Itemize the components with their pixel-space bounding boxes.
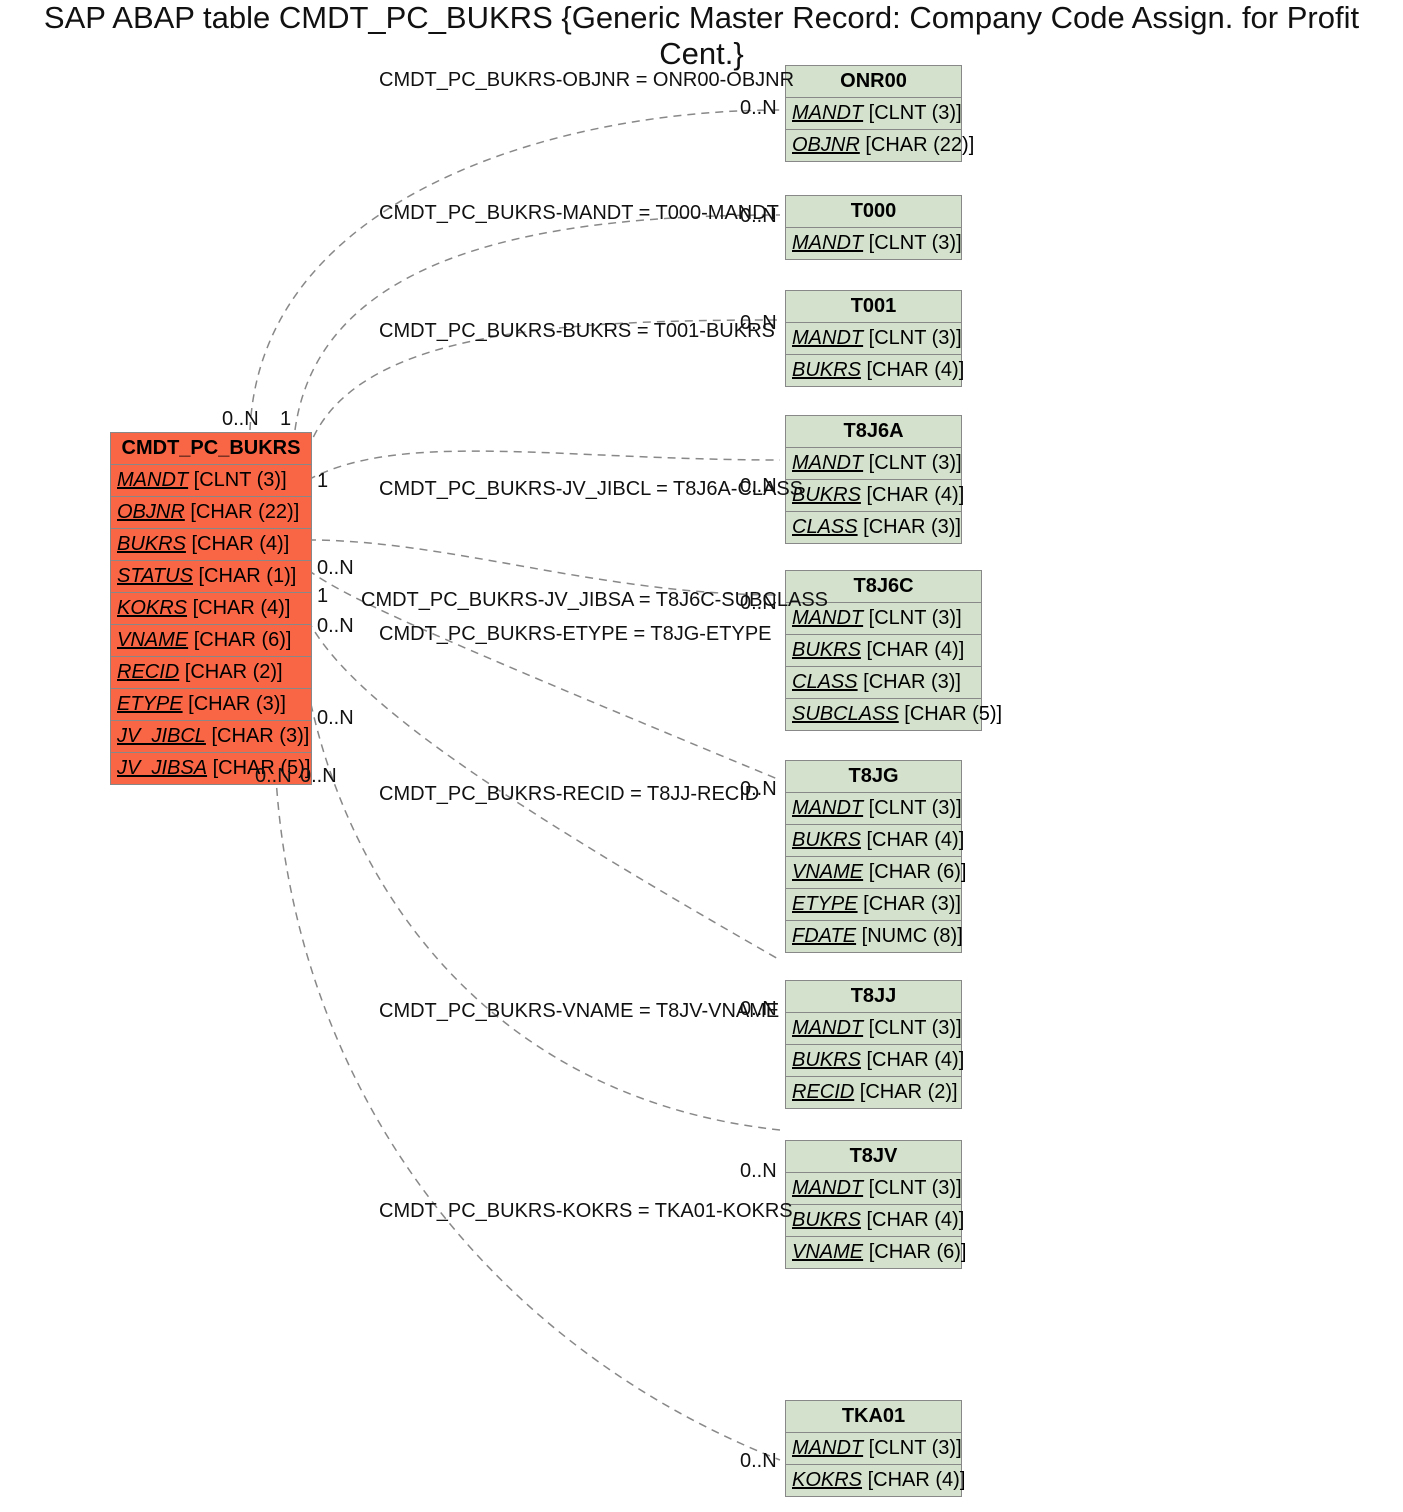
table-header: ONR00 <box>786 66 961 98</box>
association-label: CMDT_PC_BUKRS-RECID = T8JJ-RECID <box>379 783 759 806</box>
field-row: BUKRS [CHAR (4)] <box>111 529 311 561</box>
association-label: CMDT_PC_BUKRS-ETYPE = T8JG-ETYPE <box>379 623 772 646</box>
field-row: MANDT [CLNT (3)] <box>786 228 961 259</box>
field-row: BUKRS [CHAR (4)] <box>786 1205 961 1237</box>
field-row: BUKRS [CHAR (4)] <box>786 635 981 667</box>
field-row: MANDT [CLNT (3)] <box>111 465 311 497</box>
field-row: MANDT [CLNT (3)] <box>786 1013 961 1045</box>
field-row: MANDT [CLNT (3)] <box>786 793 961 825</box>
field-row: FDATE [NUMC (8)] <box>786 921 961 952</box>
field-row: BUKRS [CHAR (4)] <box>786 1045 961 1077</box>
table-header: CMDT_PC_BUKRS <box>111 433 311 465</box>
cardinality: 0..N <box>740 778 777 801</box>
cardinality: 1 <box>280 408 291 431</box>
table-cmdt-pc-bukrs: CMDT_PC_BUKRS MANDT [CLNT (3)] OBJNR [CH… <box>110 432 312 785</box>
field-row: JV_JIBCL [CHAR (3)] <box>111 721 311 753</box>
cardinality: 0..N <box>740 1160 777 1183</box>
field-row: MANDT [CLNT (3)] <box>786 98 961 130</box>
table-t8jv: T8JV MANDT [CLNT (3)] BUKRS [CHAR (4)] V… <box>785 1140 962 1269</box>
table-t8jj: T8JJ MANDT [CLNT (3)] BUKRS [CHAR (4)] R… <box>785 980 962 1109</box>
field-row: RECID [CHAR (2)] <box>786 1077 961 1108</box>
field-row: OBJNR [CHAR (22)] <box>786 130 961 161</box>
field-row: OBJNR [CHAR (22)] <box>111 497 311 529</box>
er-diagram: SAP ABAP table CMDT_PC_BUKRS {Generic Ma… <box>0 0 1403 1512</box>
table-header: TKA01 <box>786 1401 961 1433</box>
association-label: CMDT_PC_BUKRS-OBJNR = ONR00-OBJNR <box>379 69 794 92</box>
field-row: ETYPE [CHAR (3)] <box>111 689 311 721</box>
table-t8j6a: T8J6A MANDT [CLNT (3)] BUKRS [CHAR (4)] … <box>785 415 962 544</box>
table-header: T8J6A <box>786 416 961 448</box>
association-label: CMDT_PC_BUKRS-KOKRS = TKA01-KOKRS <box>379 1200 793 1223</box>
cardinality: 0..N <box>740 1450 777 1473</box>
cardinality: 0..N <box>255 765 292 788</box>
field-row: SUBCLASS [CHAR (5)] <box>786 699 981 730</box>
cardinality: 0..N <box>222 408 259 431</box>
cardinality: 0..N <box>740 998 777 1021</box>
cardinality: 0..N <box>740 475 777 498</box>
field-row: STATUS [CHAR (1)] <box>111 561 311 593</box>
cardinality: 0..N <box>740 97 777 120</box>
table-header: T8JV <box>786 1141 961 1173</box>
field-row: BUKRS [CHAR (4)] <box>786 825 961 857</box>
field-row: BUKRS [CHAR (4)] <box>786 480 961 512</box>
field-row: BUKRS [CHAR (4)] <box>786 355 961 386</box>
field-row: ETYPE [CHAR (3)] <box>786 889 961 921</box>
field-row: VNAME [CHAR (6)] <box>786 857 961 889</box>
field-row: MANDT [CLNT (3)] <box>786 323 961 355</box>
field-row: CLASS [CHAR (3)] <box>786 667 981 699</box>
field-row: MANDT [CLNT (3)] <box>786 448 961 480</box>
table-header: T000 <box>786 196 961 228</box>
cardinality: 0..N <box>317 557 354 580</box>
table-t000: T000 MANDT [CLNT (3)] <box>785 195 962 260</box>
cardinality: 0..N <box>740 592 777 615</box>
field-row: VNAME [CHAR (6)] <box>786 1237 961 1268</box>
table-t8jg: T8JG MANDT [CLNT (3)] BUKRS [CHAR (4)] V… <box>785 760 962 953</box>
field-row: MANDT [CLNT (3)] <box>786 1173 961 1205</box>
cardinality: 0..N <box>740 312 777 335</box>
association-label: CMDT_PC_BUKRS-VNAME = T8JV-VNAME <box>379 1000 779 1023</box>
table-t001: T001 MANDT [CLNT (3)] BUKRS [CHAR (4)] <box>785 290 962 387</box>
cardinality: 0..N <box>740 205 777 228</box>
page-title: SAP ABAP table CMDT_PC_BUKRS {Generic Ma… <box>0 0 1403 72</box>
table-header: T001 <box>786 291 961 323</box>
table-onr00: ONR00 MANDT [CLNT (3)] OBJNR [CHAR (22)] <box>785 65 962 162</box>
cardinality: 1 <box>317 585 328 608</box>
table-tka01: TKA01 MANDT [CLNT (3)] KOKRS [CHAR (4)] <box>785 1400 962 1497</box>
field-row: KOKRS [CHAR (4)] <box>786 1465 961 1496</box>
table-header: T8JJ <box>786 981 961 1013</box>
association-label: CMDT_PC_BUKRS-BUKRS = T001-BUKRS <box>379 320 775 343</box>
cardinality: 1 <box>317 470 328 493</box>
field-row: MANDT [CLNT (3)] <box>786 1433 961 1465</box>
field-row: RECID [CHAR (2)] <box>111 657 311 689</box>
cardinality: 0..N <box>317 707 354 730</box>
field-row: CLASS [CHAR (3)] <box>786 512 961 543</box>
table-header: T8JG <box>786 761 961 793</box>
association-label: CMDT_PC_BUKRS-MANDT = T000-MANDT <box>379 202 779 225</box>
field-row: VNAME [CHAR (6)] <box>111 625 311 657</box>
cardinality: 0..N <box>300 765 337 788</box>
field-row: KOKRS [CHAR (4)] <box>111 593 311 625</box>
cardinality: 0..N <box>317 615 354 638</box>
